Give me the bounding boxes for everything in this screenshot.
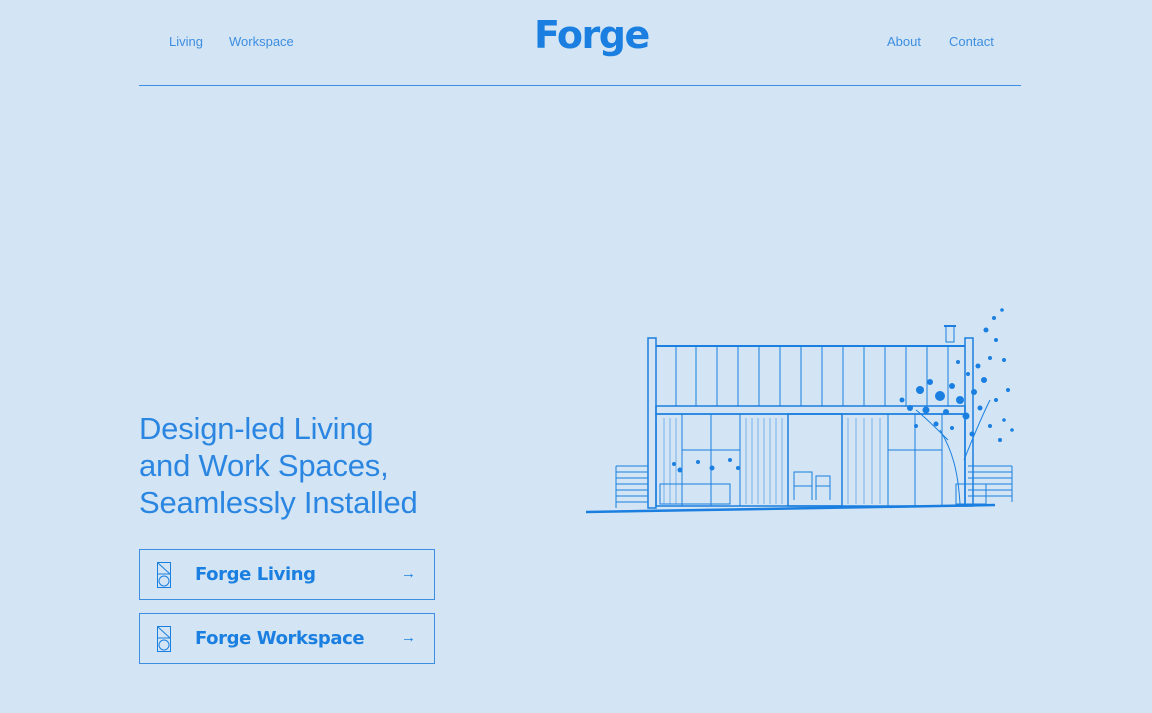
nav-link-living[interactable]: Living <box>169 34 203 49</box>
hero-line-1: Design-led Living <box>139 411 374 446</box>
hero-heading: Design-led Living and Work Spaces, Seaml… <box>139 410 418 521</box>
logo[interactable]: Forge <box>534 16 650 54</box>
building-sketch-icon <box>585 308 1014 514</box>
forge-living-label: Forge Living <box>195 564 316 585</box>
forge-workspace-icon <box>157 626 171 652</box>
forge-workspace-label: Forge Workspace <box>195 628 365 649</box>
hero-line-2: and Work Spaces, <box>139 448 389 483</box>
nav-link-about[interactable]: About <box>887 34 921 49</box>
nav-link-contact[interactable]: Contact <box>949 34 994 49</box>
forge-living-button[interactable]: Forge Living → <box>139 549 435 600</box>
arrow-right-icon: → <box>401 629 416 646</box>
forge-living-icon <box>157 562 171 588</box>
forge-workspace-button[interactable]: Forge Workspace → <box>139 613 435 664</box>
nav-link-workspace[interactable]: Workspace <box>229 34 294 49</box>
hero-line-3: Seamlessly Installed <box>139 485 418 520</box>
header-divider <box>139 85 1021 86</box>
arrow-right-icon: → <box>401 565 416 582</box>
